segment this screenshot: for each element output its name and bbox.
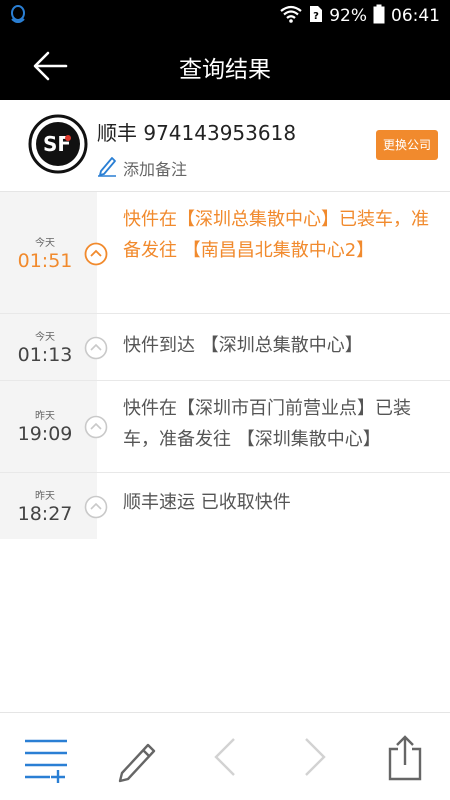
chevron-right-icon[interactable] [290,733,340,783]
svg-text:?: ? [313,11,319,22]
chevron-up-icon [84,336,108,364]
timeline-day: 昨天 [35,411,55,422]
battery-level: 92% [329,6,367,26]
timeline-time: 19:09 [17,423,73,445]
status-right: ? 92% 06:41 [279,0,440,32]
chevron-left-icon[interactable] [200,733,250,783]
timeline-time: 01:13 [17,344,73,366]
timeline-day: 今天 [35,332,55,343]
timeline-text: 快件到达 【深圳总集散中心】 [123,335,363,356]
switch-company-button[interactable]: 更换公司 [375,130,438,160]
timeline-item: 昨天 19:09 快件在【深圳市百门前营业点】已装车，准备发往 【深圳集散中心】 [0,381,450,473]
timeline-time: 18:27 [17,503,73,525]
chevron-up-icon [84,415,108,443]
timeline-item: 昨天 18:27 顺丰速运 已收取快件 [0,473,450,539]
timeline-day: 今天 [35,238,55,249]
screen: ? 92% 06:41 查询结果 SF 顺丰 974143953618 添加备注… [0,0,450,800]
bottom-toolbar [0,712,450,800]
sf-logo-icon: SF [28,114,88,178]
pencil-icon[interactable] [112,733,162,783]
sim-icon: ? [309,5,323,28]
wifi-icon [279,5,303,28]
company-header: SF 顺丰 974143953618 添加备注 更换公司 [0,100,450,192]
timeline-day: 昨天 [35,491,55,502]
chevron-up-icon [84,242,108,270]
status-bar: ? 92% 06:41 [0,0,450,32]
clock: 06:41 [391,6,440,26]
timeline-time: 01:51 [17,250,73,272]
pencil-icon [97,155,117,181]
timeline-text: 快件在【深圳总集散中心】已装车，准备发往 【南昌昌北集散中心2】 [123,209,429,261]
share-icon[interactable] [380,733,430,783]
timeline-text: 顺丰速运 已收取快件 [123,492,291,513]
add-note-button[interactable]: 添加备注 [97,155,187,181]
timeline-item: 今天 01:13 快件到达 【深圳总集散中心】 [0,314,450,381]
add-note-label: 添加备注 [123,160,188,179]
battery-icon [373,4,385,29]
company-tracking-number: 顺丰 974143953618 [97,121,297,145]
tracking-timeline: 今天 01:51 快件在【深圳总集散中心】已装车，准备发往 【南昌昌北集散中心2… [0,192,450,539]
chevron-up-icon [84,495,108,523]
timeline-item: 今天 01:51 快件在【深圳总集散中心】已装车，准备发往 【南昌昌北集散中心2… [0,192,450,314]
list-add-icon[interactable] [22,733,72,784]
page-title: 查询结果 [179,57,271,83]
qq-icon [10,5,26,29]
timeline-text: 快件在【深圳市百门前营业点】已装车，准备发往 【深圳集散中心】 [123,398,411,450]
app-bar: 查询结果 [0,32,450,100]
